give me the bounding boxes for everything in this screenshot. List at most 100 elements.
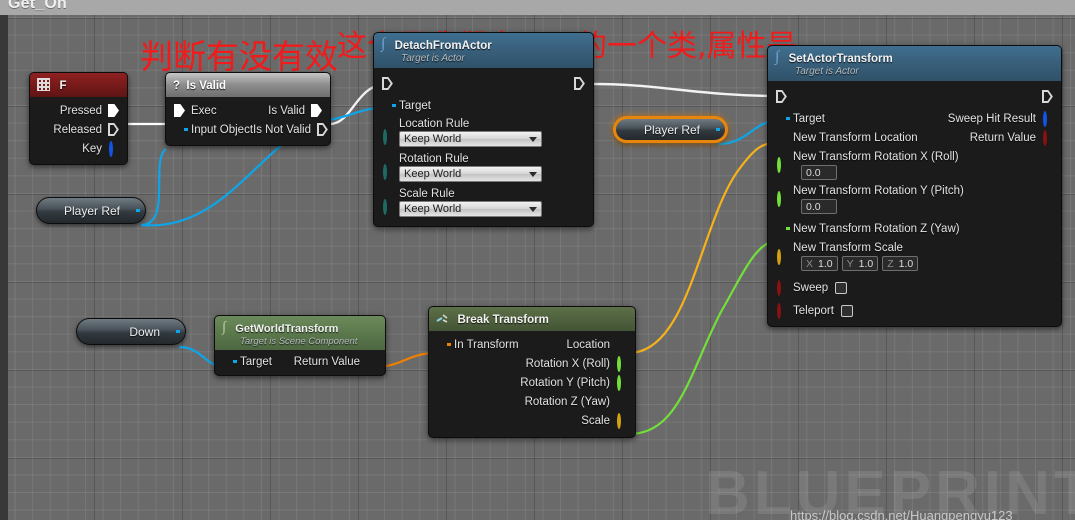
exec-pin-is-not-valid[interactable] (317, 123, 328, 136)
exec-pin-out[interactable] (1042, 90, 1053, 103)
pin-row-exec[interactable]: Exec Is Valid (166, 101, 330, 120)
exec-pin-exec-in[interactable] (174, 104, 185, 117)
pin-row-scale[interactable]: Scale (429, 411, 635, 430)
node-get-world-transform[interactable]: ∫ GetWorldTransform Target is Scene Comp… (214, 315, 386, 376)
node-set-actor-transform[interactable]: ∫ SetActorTransform Target is Actor Targ (767, 45, 1062, 327)
input-scale-y[interactable]: Y 1.0 (841, 256, 879, 271)
pin-label: In Transform (454, 338, 519, 351)
pin-row-exec[interactable] (374, 74, 593, 93)
pin-label: Target (793, 112, 825, 125)
input-rotation-x[interactable]: 0.0 (801, 165, 837, 180)
pin-row-rotation-z[interactable]: New Transform Rotation Z (Yaw) (768, 219, 1061, 238)
pin-row-rotation-x[interactable]: New Transform Rotation X (Roll) 0.0 (768, 150, 1061, 181)
input-scale-x[interactable]: X 1.0 (801, 256, 838, 271)
float-pin-rotation-x[interactable] (616, 356, 627, 372)
enum-pin-location-rule[interactable] (382, 129, 393, 145)
node-variable-player-ref-left[interactable]: Player Ref (36, 197, 146, 224)
node-variable-player-ref-selected[interactable]: Player Ref (613, 116, 728, 143)
vector-pin-new-transform-location[interactable] (776, 132, 787, 143)
pin-row-new-transform-scale[interactable]: New Transform Scale X 1.0 Y 1.0 Z 1.0 (768, 241, 1061, 272)
input-rotation-y[interactable]: 0.0 (801, 199, 837, 214)
object-pin-down[interactable] (166, 326, 180, 337)
enum-pin-scale-rule[interactable] (382, 199, 393, 215)
bool-pin-return-value[interactable] (1042, 130, 1053, 146)
exec-pin-is-valid[interactable] (311, 104, 322, 117)
object-pin-player-ref[interactable] (706, 124, 720, 135)
struct-pin-sweep-hit-result[interactable] (1042, 111, 1053, 127)
pin-row-rotation-rule[interactable]: Rotation Rule Keep World (374, 152, 593, 185)
node-is-valid[interactable]: ? Is Valid Exec Is Valid Input Object Is… (165, 72, 331, 146)
input-scale-z[interactable]: Z 1.0 (882, 256, 919, 271)
pin-row-rotation-z[interactable]: Rotation Z (Yaw) (429, 392, 635, 411)
float-pin-rotation-y[interactable] (616, 375, 627, 391)
dropdown-rotation-rule[interactable]: Keep World (399, 166, 542, 182)
pin-row-teleport[interactable]: Teleport (768, 301, 1061, 320)
tab-get-on[interactable]: Get_On (8, 0, 67, 13)
pin-row-target[interactable]: Target Return Value (215, 352, 385, 371)
exec-pin-pressed[interactable] (108, 104, 119, 117)
pin-row-location-rule[interactable]: Location Rule Keep World (374, 117, 593, 150)
pin-row-sweep[interactable]: Sweep (768, 278, 1061, 297)
pin-row-rotation-y[interactable]: New Transform Rotation Y (Pitch) 0.0 (768, 184, 1061, 215)
object-pin-target[interactable] (223, 356, 237, 367)
pin-label: Sweep (793, 281, 829, 294)
exec-pin-released[interactable] (108, 123, 119, 136)
float-pin-rotation-z[interactable] (616, 396, 627, 407)
chevron-down-icon (529, 206, 537, 212)
pin-row-in-transform[interactable]: In Transform Location (429, 335, 635, 354)
vector-pin-scale[interactable] (616, 413, 627, 429)
enum-pin-rotation-rule[interactable] (382, 164, 393, 180)
pin-row-rotation-y[interactable]: Rotation Y (Pitch) (429, 373, 635, 392)
pin-row-rotation-x[interactable]: Rotation X (Roll) (429, 354, 635, 373)
pin-row-exec[interactable] (768, 87, 1061, 106)
bool-pin-sweep[interactable] (776, 280, 787, 296)
pin-label: Pressed (59, 104, 102, 117)
bool-pin-teleport[interactable] (776, 303, 787, 319)
checkbox-teleport[interactable] (840, 304, 853, 317)
pin-row-pressed[interactable]: Pressed (30, 101, 127, 120)
node-title: F (59, 80, 67, 92)
struct-pin-in-transform[interactable] (437, 339, 451, 350)
struct-pin-key[interactable] (108, 141, 119, 157)
node-header: ? Is Valid (166, 73, 330, 97)
object-pin-input-object[interactable] (174, 124, 188, 135)
node-title: GetWorldTransform (235, 323, 339, 335)
vector-pin-location[interactable] (616, 339, 627, 350)
input-value: 1.0 (898, 257, 914, 270)
float-pin-rotation-z[interactable] (776, 223, 790, 234)
pin-label: Scale (581, 414, 610, 427)
exec-pin-in[interactable] (776, 90, 787, 103)
pin-label: New Transform Rotation Z (Yaw) (793, 222, 960, 235)
object-pin-player-ref[interactable] (126, 205, 140, 216)
struct-pin-return-value[interactable] (366, 356, 377, 367)
pin-row-key[interactable]: Key (30, 139, 127, 158)
annotation-is-valid: 判断有没有效 (140, 37, 338, 76)
dropdown-location-rule[interactable]: Keep World (399, 131, 542, 147)
pin-row-target[interactable]: Target Sweep Hit Result (768, 109, 1061, 128)
vector-pin-new-transform-scale[interactable] (776, 249, 787, 265)
checkbox-sweep[interactable] (835, 281, 848, 294)
node-variable-down[interactable]: Down (76, 318, 186, 345)
pin-row-scale-rule[interactable]: Scale Rule Keep World (374, 187, 593, 220)
node-break-transform[interactable]: Break Transform In Transform Location Ro… (428, 306, 636, 438)
node-body: In Transform Location Rotation X (Roll) … (429, 331, 635, 437)
input-value: 0.0 (806, 200, 821, 213)
pin-row-new-transform-location[interactable]: New Transform Location Return Value (768, 128, 1061, 147)
float-pin-rotation-y[interactable] (776, 191, 787, 207)
dropdown-scale-rule[interactable]: Keep World (399, 201, 542, 217)
object-pin-target[interactable] (776, 113, 790, 124)
graph-canvas[interactable]: BLUEPRINT https://blog.csdn.net/Huangpen… (0, 15, 1075, 520)
pin-label: Teleport (793, 304, 834, 317)
node-input-key-f[interactable]: F Pressed Released Key (29, 72, 128, 165)
pin-row-target[interactable]: Target (374, 96, 593, 115)
pin-row-input-object[interactable]: Input Object Is Not Valid (166, 120, 330, 139)
float-pin-rotation-x[interactable] (776, 157, 787, 173)
node-header: ∫ SetActorTransform Target is Actor (768, 46, 1061, 81)
pin-row-released[interactable]: Released (30, 120, 127, 139)
node-body: Target Return Value (215, 350, 385, 375)
node-detach-from-actor[interactable]: ∫ DetachFromActor Target is Actor Target (373, 32, 594, 227)
dropdown-value: Keep World (404, 133, 462, 145)
exec-pin-out[interactable] (574, 77, 585, 90)
object-pin-target[interactable] (382, 100, 396, 111)
exec-pin-in[interactable] (382, 77, 393, 90)
